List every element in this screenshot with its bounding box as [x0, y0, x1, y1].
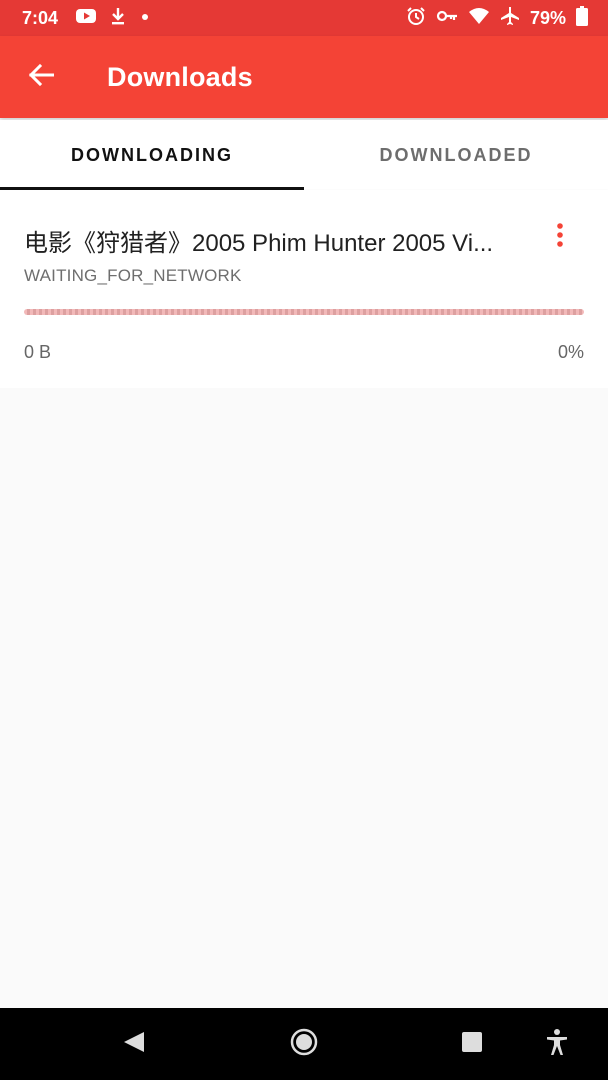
tab-downloading[interactable]: DOWNLOADING	[0, 120, 304, 190]
more-options-button[interactable]	[544, 219, 576, 255]
tab-downloaded[interactable]: DOWNLOADED	[304, 120, 608, 190]
download-size: 0 B	[24, 342, 52, 362]
nav-accessibility-button[interactable]	[537, 1024, 577, 1064]
download-icon	[110, 7, 126, 30]
status-time: 7:04	[22, 7, 59, 28]
navigation-bar	[0, 1008, 608, 1080]
airplane-icon	[500, 6, 520, 31]
key-icon	[436, 8, 458, 29]
nav-home-button[interactable]	[284, 1024, 324, 1064]
home-nav-icon	[289, 1027, 319, 1062]
tab-label: DOWNLOADED	[379, 144, 533, 165]
battery-icon	[576, 5, 588, 31]
app-bar: Downloads	[0, 36, 608, 118]
wifi-icon	[468, 7, 490, 30]
dot-icon	[140, 9, 150, 27]
tab-label: DOWNLOADING	[71, 144, 233, 165]
content-area	[0, 388, 608, 1008]
download-progress-bar	[24, 309, 584, 315]
back-nav-icon	[122, 1030, 146, 1059]
alarm-icon	[406, 6, 426, 31]
tab-bar: DOWNLOADING DOWNLOADED	[0, 120, 608, 190]
download-percent: 0%	[557, 342, 584, 362]
status-left-icons	[76, 7, 150, 30]
status-right-icons: 79%	[406, 5, 588, 31]
download-status: WAITING_FOR_NETWORK	[24, 266, 242, 285]
nav-recents-button[interactable]	[452, 1024, 492, 1064]
nav-back-button[interactable]	[114, 1024, 154, 1064]
battery-percent: 79%	[529, 7, 566, 28]
youtube-icon	[76, 8, 97, 29]
download-title: 电影《狩猎者》2005 Phim Hunter 2005 Vi...	[24, 230, 494, 257]
arrow-back-icon	[28, 63, 55, 92]
more-vert-icon	[556, 222, 564, 253]
download-item[interactable]: 电影《狩猎者》2005 Phim Hunter 2005 Vi... WAITI…	[0, 190, 608, 388]
page-title: Downloads	[107, 61, 253, 92]
back-button[interactable]	[18, 54, 64, 100]
status-bar: 7:04 79%	[0, 0, 608, 36]
recents-nav-icon	[460, 1030, 484, 1059]
accessibility-icon	[545, 1028, 569, 1061]
